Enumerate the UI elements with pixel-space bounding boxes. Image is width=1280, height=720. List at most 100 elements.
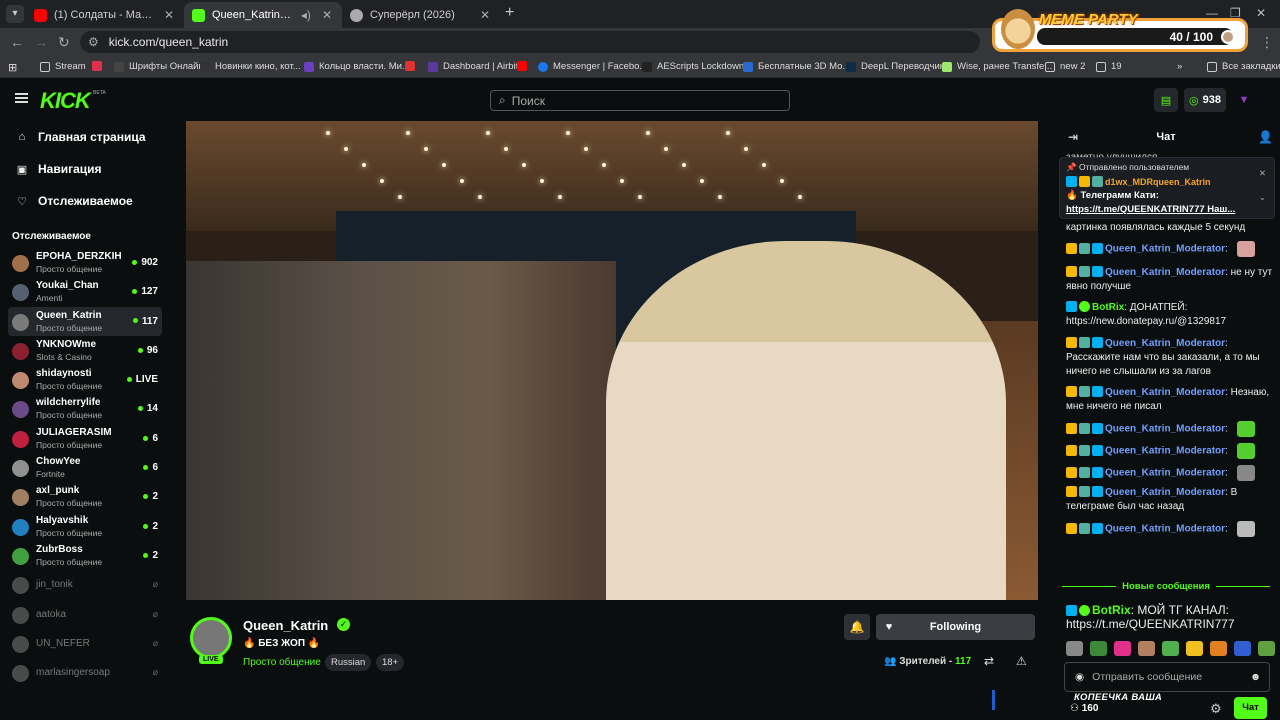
sidebar-channel[interactable]: Youkai_Chan Amenti 127: [8, 277, 162, 306]
sidebar-item-following[interactable]: ♡ Отслеживаемое: [0, 185, 168, 217]
browser-tab-1[interactable]: (1) Солдаты - Марш "Юность В... ✕: [26, 2, 184, 28]
emote-icon[interactable]: [1114, 640, 1131, 656]
kick-logo[interactable]: KICK: [40, 88, 91, 114]
tag-age[interactable]: 18+: [376, 654, 405, 671]
close-icon[interactable]: ✕: [480, 8, 490, 22]
badge-icon[interactable]: ◉: [1075, 671, 1084, 683]
bookmark-item[interactable]: AEScripts Lockdown...: [642, 61, 752, 72]
menu-icon[interactable]: [15, 93, 28, 103]
bookmark-item[interactable]: Кольцо власти. Ми...: [304, 61, 410, 72]
chat-username[interactable]: Queen_Katrin_Moderator: [1105, 267, 1225, 278]
close-icon[interactable]: ✕: [164, 8, 174, 22]
forward-icon[interactable]: →: [34, 34, 48, 50]
send-chat-button[interactable]: Чат: [1234, 697, 1267, 719]
sidebar-item-home[interactable]: ⌂ Главная страница: [0, 121, 168, 153]
sidebar-item-browse[interactable]: ▣ Навигация: [0, 153, 168, 185]
sidebar-channel[interactable]: ChowYee Fortnite 6: [8, 453, 162, 482]
bookmark-item[interactable]: Новинки кино, кот...: [200, 61, 301, 72]
gear-icon[interactable]: ⚙: [1210, 701, 1222, 717]
search-input[interactable]: ⌕ Поиск: [490, 90, 790, 111]
reload-icon[interactable]: ↻: [58, 34, 70, 51]
following-button[interactable]: ♥ Following: [876, 614, 1035, 640]
chevron-down-icon[interactable]: ⌄: [1259, 192, 1266, 203]
sidebar-channel[interactable]: axl_punk Просто общение 2: [8, 482, 162, 511]
unpin-icon[interactable]: ✕: [1259, 168, 1266, 179]
sidebar-channel[interactable]: shidaynosti Просто общение LIVE: [8, 365, 162, 394]
emote-icon[interactable]: [1258, 640, 1275, 656]
apps-icon[interactable]: ⊞: [8, 61, 17, 74]
streamer-avatar[interactable]: [190, 617, 232, 659]
emote-icon[interactable]: [1066, 640, 1083, 656]
chat-username[interactable]: Queen_Katrin_Moderator: [1105, 424, 1225, 435]
menu-icon[interactable]: ⋮: [1260, 34, 1274, 51]
speaker-icon[interactable]: ◂): [301, 8, 311, 22]
emote-icon[interactable]: [1210, 640, 1227, 656]
sidebar-channel-offline[interactable]: jin_tonik ⌀: [8, 570, 162, 599]
more-bookmarks-icon[interactable]: »: [1177, 61, 1182, 72]
bookmark-item[interactable]: Wise, ранее Transfe...: [942, 61, 1052, 72]
chat-username[interactable]: BotRix: [1092, 302, 1124, 313]
emoji-icon[interactable]: ☻: [1250, 671, 1261, 683]
new-messages-divider[interactable]: Новые сообщения: [1062, 579, 1270, 593]
tab-search-button[interactable]: ▾: [6, 5, 24, 23]
address-bar[interactable]: ⚙ kick.com/queen_katrin: [80, 31, 980, 53]
chat-username[interactable]: Queen_Katrin_Moderator: [1105, 446, 1225, 457]
bookmark-item[interactable]: Stream: [40, 61, 86, 72]
sidebar-channel[interactable]: YNKNOWme Slots & Casino 96: [8, 336, 162, 365]
points-button[interactable]: ◎ 938: [1184, 88, 1226, 112]
bookmark-item[interactable]: Бесплатные 3D Мо...: [743, 61, 850, 72]
emote-icon[interactable]: [1090, 640, 1107, 656]
bookmark-item[interactable]: [517, 61, 527, 71]
sidebar-channel-offline[interactable]: aatoka ⌀: [8, 600, 162, 629]
collapse-chat-icon[interactable]: ⇥: [1068, 130, 1078, 144]
emote-icon[interactable]: [1234, 640, 1251, 656]
chat-username[interactable]: Queen_Katrin_Moderator: [1105, 387, 1225, 398]
chat-username[interactable]: Queen_Katrin_Moderator: [1105, 487, 1225, 498]
sidebar-channel[interactable]: JULIAGERASIM Просто общение 6: [8, 424, 162, 453]
pinned-link[interactable]: https://t.me/QUEENKATRIN777 Наш...: [1066, 204, 1268, 215]
bookmark-folder[interactable]: 19: [1096, 61, 1122, 72]
bookmark-folder[interactable]: new 2: [1045, 61, 1085, 72]
back-icon[interactable]: ←: [10, 34, 24, 50]
pinned-message[interactable]: 📌 Отправлено пользователем d1wx_MDRqueen…: [1059, 157, 1275, 219]
tag-language[interactable]: Russian: [325, 654, 372, 671]
chat-username[interactable]: Queen_Katrin_Moderator: [1105, 338, 1225, 349]
bookmark-item[interactable]: DeepL Переводчик: [846, 61, 944, 72]
sidebar-channel[interactable]: EPOHA_DERZKIH Просто общение 902: [8, 248, 162, 277]
streamer-name[interactable]: Queen_Katrin: [243, 618, 328, 633]
report-icon[interactable]: ⚠: [1016, 654, 1027, 668]
studio-button[interactable]: ▤: [1154, 88, 1178, 112]
bookmark-item[interactable]: Messenger | Facebo...: [538, 61, 647, 72]
sidebar-channel-offline[interactable]: UN_NEFER ⌀: [8, 629, 162, 658]
chat-username[interactable]: Queen_Katrin_Moderator: [1105, 244, 1225, 255]
site-info-icon[interactable]: ⚙: [88, 35, 99, 49]
browser-tab-3[interactable]: Суперёрл (2026) ✕: [342, 2, 500, 28]
close-icon[interactable]: ✕: [322, 8, 332, 22]
video-player[interactable]: [186, 121, 1038, 600]
notification-bell-button[interactable]: 🔔: [844, 614, 870, 640]
sidebar-channel[interactable]: ZubrBoss Просто общение 2: [8, 541, 162, 570]
share-icon[interactable]: ⇄: [984, 654, 994, 668]
stream-category[interactable]: Просто общение: [243, 657, 321, 668]
sidebar-channel[interactable]: Queen_Katrin Просто общение 117: [8, 306, 162, 336]
bookmark-item[interactable]: Шрифты Онлайн: [114, 61, 204, 72]
sidebar-channel[interactable]: wildcherrylife Просто общение 14: [8, 394, 162, 423]
bookmark-item[interactable]: [405, 61, 415, 71]
user-avatar-button[interactable]: ▼: [1232, 88, 1256, 112]
browser-tab-2[interactable]: Queen_Katrin Stream - Watch... ◂) ✕: [184, 2, 342, 28]
chat-username[interactable]: Queen_Katrin_Moderator: [1105, 524, 1225, 535]
chat-username[interactable]: BotRix: [1092, 603, 1131, 617]
chat-input[interactable]: ◉ Отправить сообщение ☻: [1064, 662, 1270, 692]
bookmark-item[interactable]: [92, 61, 102, 71]
all-bookmarks[interactable]: Все закладки: [1207, 61, 1280, 72]
channel-points[interactable]: ⚇ 160: [1070, 703, 1098, 714]
chat-username[interactable]: Queen_Katrin_Moderator: [1105, 468, 1225, 479]
sidebar-channel-offline[interactable]: marlasingersoap ⌀: [8, 658, 162, 687]
users-icon[interactable]: 👤: [1258, 130, 1273, 144]
bookmark-item[interactable]: Dashboard | Airbit: [428, 61, 518, 72]
new-tab-button[interactable]: +: [505, 5, 514, 21]
window-close-icon[interactable]: ✕: [1256, 6, 1266, 20]
emote-icon[interactable]: [1186, 640, 1203, 656]
sidebar-channel[interactable]: Halyavshik Просто общение 2: [8, 512, 162, 541]
emote-icon[interactable]: [1162, 640, 1179, 656]
